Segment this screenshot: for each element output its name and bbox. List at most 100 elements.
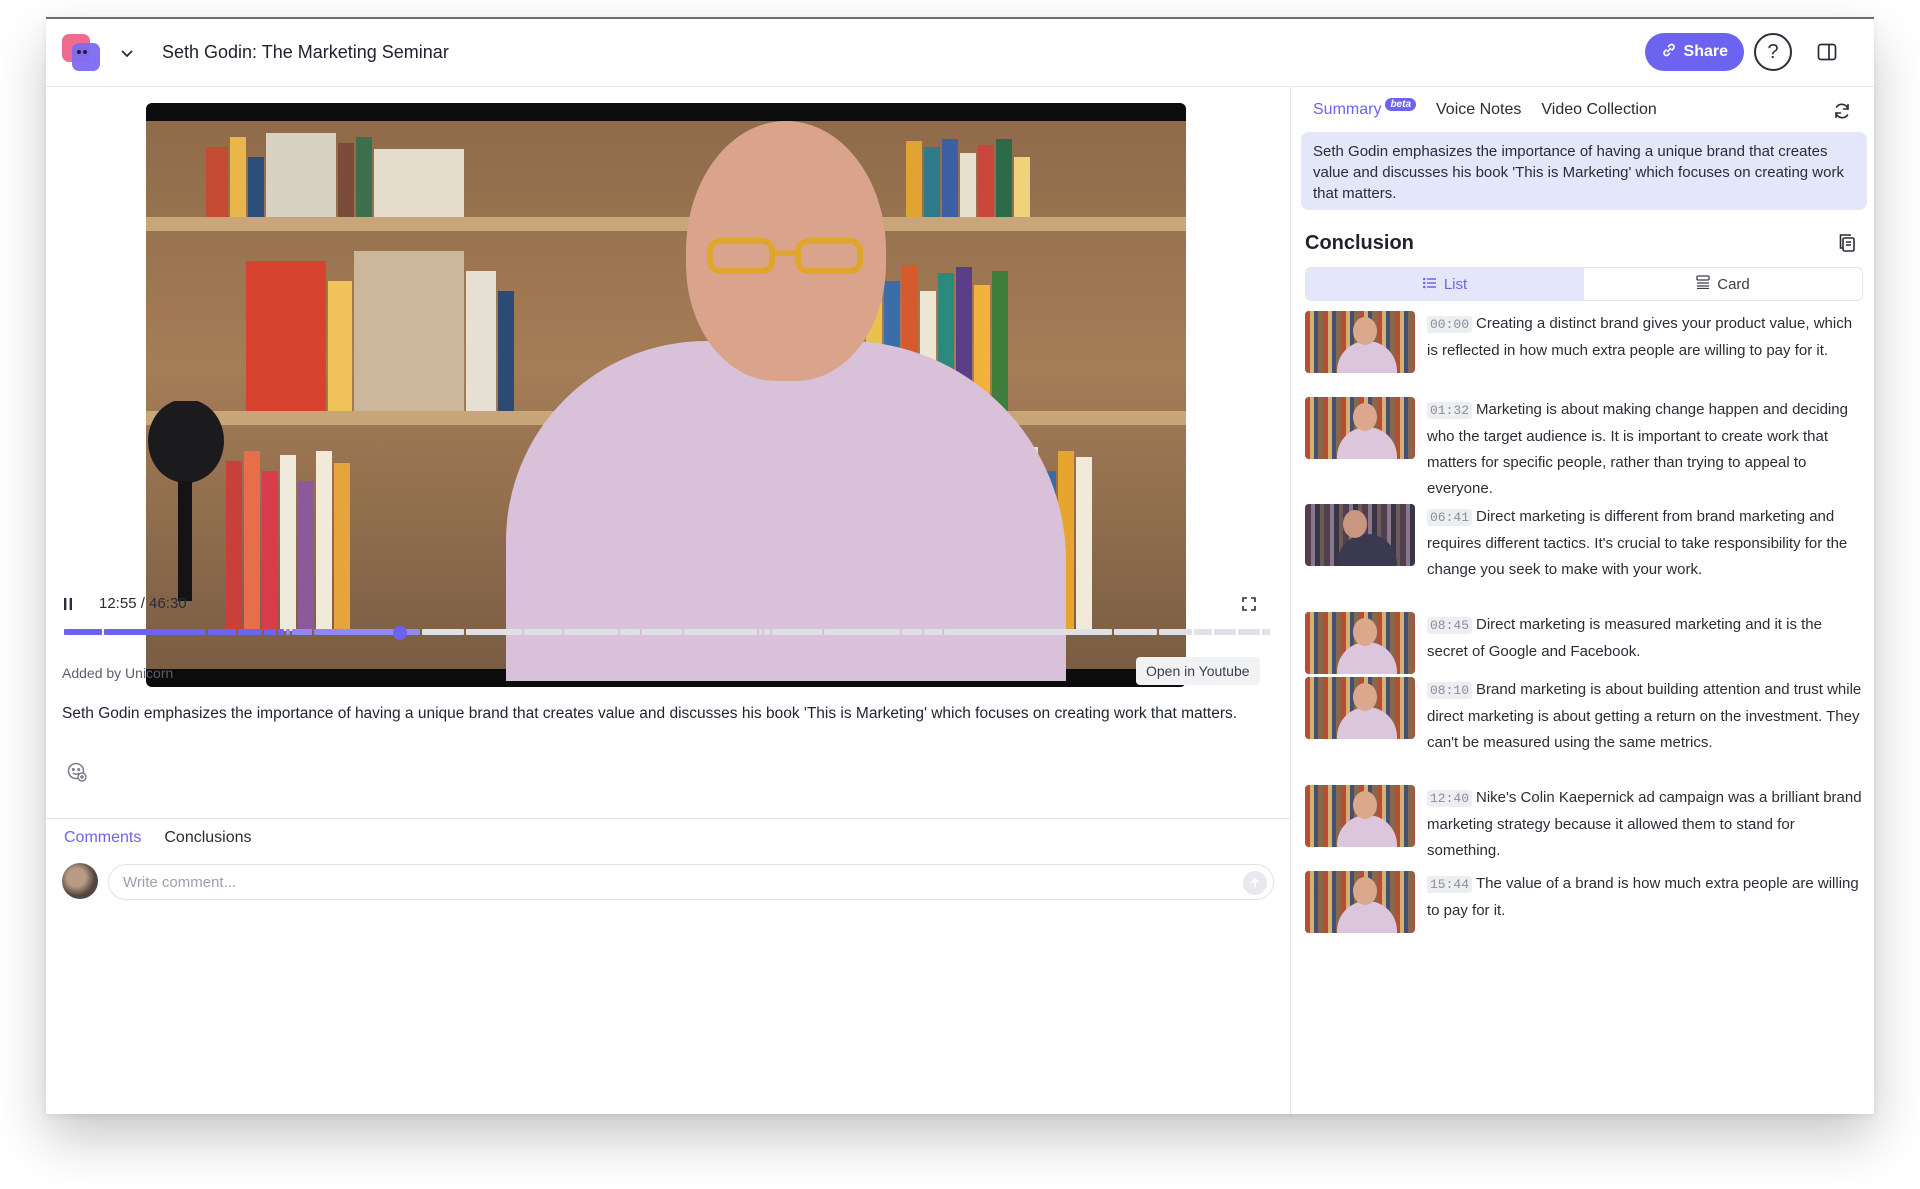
progress-segment [278, 629, 284, 635]
list-icon [1422, 276, 1437, 293]
progress-segment [924, 629, 942, 635]
chevron-down-icon[interactable] [116, 42, 138, 64]
tab-comments[interactable]: Comments [64, 829, 141, 853]
video-frame [146, 121, 1186, 681]
thumbnail[interactable] [1305, 785, 1415, 847]
link-icon [1661, 42, 1677, 63]
avatar [62, 863, 98, 899]
timestamp-link[interactable]: 01:32 [1427, 402, 1473, 419]
help-label: ? [1767, 40, 1779, 63]
conclusion-text: 15:44 The value of a brand is how much ex… [1427, 871, 1865, 933]
progress-segment [1238, 629, 1260, 635]
bottom-tabs: Comments Conclusions [64, 829, 252, 853]
side-tabs: Summary beta Voice Notes Video Collectio… [1313, 97, 1657, 119]
beta-badge: beta [1385, 97, 1417, 111]
side-panel: Summary beta Voice Notes Video Collectio… [1292, 87, 1874, 1114]
timestamp-link[interactable]: 12:40 [1427, 790, 1473, 807]
progress-segment [292, 629, 312, 635]
conclusion-text: 06:41 Direct marketing is different from … [1427, 504, 1865, 583]
fullscreen-icon[interactable] [1238, 593, 1260, 615]
list-item: 08:10 Brand marketing is about building a… [1305, 677, 1865, 756]
conclusion-body: Brand marketing is about building attent… [1427, 681, 1862, 751]
main-pane: 12:55 / 46:30 Added by Unicorn Open in Y… [46, 87, 1291, 1114]
conclusion-text: 12:40 Nike's Colin Kaepernick ad campaign… [1427, 785, 1865, 864]
progress-segment [902, 629, 922, 635]
thumbnail[interactable] [1305, 504, 1415, 566]
progress-segment [466, 629, 522, 635]
thumbnail[interactable] [1305, 677, 1415, 739]
tab-video-collection[interactable]: Video Collection [1541, 101, 1656, 119]
progress-track [64, 629, 1270, 635]
conclusion-text: 00:00 Creating a distinct brand gives you… [1427, 311, 1865, 373]
page-title: Seth Godin: The Marketing Seminar [162, 42, 449, 62]
thumbnail[interactable] [1305, 397, 1415, 459]
timestamp-link[interactable]: 08:45 [1427, 617, 1473, 634]
pause-icon[interactable] [58, 594, 78, 614]
share-button[interactable]: Share [1644, 33, 1744, 71]
conclusion-body: The value of a brand is how much extra p… [1427, 875, 1859, 919]
refresh-icon[interactable] [1830, 99, 1854, 123]
view-toggle: List Card [1305, 267, 1863, 301]
progress-segment [524, 629, 562, 635]
conclusion-body: Direct marketing is measured marketing a… [1427, 616, 1822, 660]
card-icon [1696, 275, 1710, 293]
progress-segment [824, 629, 900, 635]
help-button[interactable]: ? [1754, 33, 1792, 71]
send-icon[interactable] [1243, 871, 1267, 895]
progress-segment [104, 629, 206, 635]
timestamp-link[interactable]: 15:44 [1427, 876, 1473, 893]
section-divider [46, 818, 1291, 819]
progress-segment [64, 629, 102, 635]
thumbnail[interactable] [1305, 612, 1415, 674]
progress-segment [564, 629, 618, 635]
conclusion-text: 08:10 Brand marketing is about building a… [1427, 677, 1865, 756]
conclusion-title: Conclusion [1305, 232, 1414, 254]
comment-input[interactable] [123, 873, 1259, 891]
video-player[interactable] [146, 103, 1186, 687]
list-item: 01:32 Marketing is about making change ha… [1305, 397, 1865, 502]
tab-conclusions[interactable]: Conclusions [164, 829, 251, 853]
progress-segment [772, 629, 822, 635]
tab-voice-notes[interactable]: Voice Notes [1436, 101, 1521, 119]
progress-segment [1214, 629, 1236, 635]
progress-segment [642, 629, 682, 635]
summary-text: Seth Godin emphasizes the importance of … [1301, 132, 1867, 210]
time-display: 12:55 / 46:30 [99, 595, 187, 612]
conclusion-body: Marketing is about making change happen … [1427, 401, 1848, 497]
progress-segment [944, 629, 1112, 635]
timestamp-link[interactable]: 08:10 [1427, 682, 1473, 699]
progress-handle[interactable] [392, 626, 407, 640]
list-item: 15:44 The value of a brand is how much ex… [1305, 871, 1865, 933]
progress-segment [1262, 629, 1270, 635]
copy-icon[interactable] [1836, 232, 1858, 254]
comment-field-wrapper [108, 864, 1274, 900]
thumbnail[interactable] [1305, 871, 1415, 933]
add-reaction-icon[interactable] [66, 761, 88, 783]
list-view-button[interactable]: List [1306, 268, 1584, 300]
card-view-label: Card [1717, 275, 1750, 293]
share-label: Share [1683, 43, 1728, 60]
added-by-label: Added by Unicorn [62, 665, 174, 681]
app-logo[interactable] [62, 33, 100, 72]
list-view-label: List [1443, 275, 1468, 293]
sidebar-toggle-icon[interactable] [1808, 33, 1846, 71]
tab-summary[interactable]: Summary beta [1313, 97, 1417, 119]
list-item: 12:40 Nike's Colin Kaepernick ad campaign… [1305, 785, 1865, 864]
progress-segment [208, 629, 236, 635]
progress-segment [264, 629, 276, 635]
progress-bar[interactable] [64, 626, 1272, 640]
progress-segment [238, 629, 262, 635]
timestamp-link[interactable]: 06:41 [1427, 509, 1473, 526]
progress-segment [1159, 629, 1192, 635]
conclusion-body: Creating a distinct brand gives your pro… [1427, 315, 1853, 359]
timestamp-link[interactable]: 00:00 [1427, 316, 1473, 333]
progress-segment [1114, 629, 1157, 635]
video-description: Seth Godin emphasizes the importance of … [62, 705, 1238, 722]
list-item: 00:00 Creating a distinct brand gives you… [1305, 311, 1865, 373]
open-youtube-button[interactable]: Open in Youtube [1136, 657, 1260, 685]
card-view-button[interactable]: Card [1584, 268, 1862, 300]
progress-segment [620, 629, 640, 635]
app-window: Seth Godin: The Marketing Seminar Share … [46, 17, 1874, 1114]
thumbnail[interactable] [1305, 311, 1415, 373]
progress-segment [422, 629, 464, 635]
